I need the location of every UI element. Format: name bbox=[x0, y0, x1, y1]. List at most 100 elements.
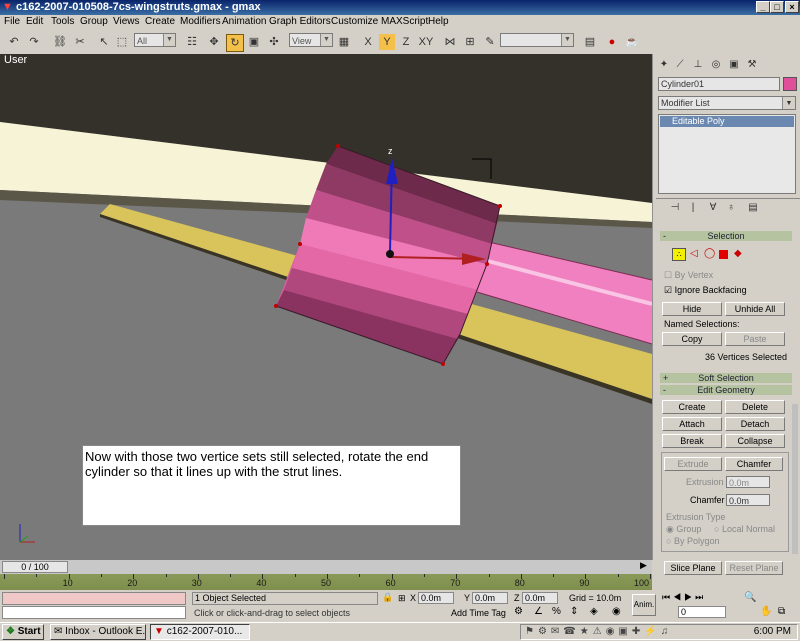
hide-button[interactable]: Hide bbox=[662, 302, 722, 316]
playback-controls-icon[interactable]: ⏮◀▶⏭ bbox=[662, 592, 706, 603]
spinner-snap-icon[interactable]: ⇕ bbox=[570, 606, 578, 617]
object-name-field[interactable]: Cylinder01 bbox=[658, 77, 780, 91]
menu-create[interactable]: Create bbox=[145, 16, 175, 27]
selection-rollout[interactable]: - Selection bbox=[660, 231, 792, 241]
viewport-label[interactable]: User bbox=[4, 54, 27, 66]
link-icon[interactable]: ⛓ bbox=[52, 34, 68, 50]
move-icon[interactable]: ✥ bbox=[206, 34, 222, 50]
slice-plane-button[interactable]: Slice Plane bbox=[664, 561, 722, 575]
task-gmax[interactable]: ▼ c162-2007-010... bbox=[150, 624, 250, 640]
hierarchy-tab-icon[interactable]: ⊥ bbox=[691, 58, 705, 72]
unlink-icon[interactable]: ✂ bbox=[72, 34, 88, 50]
maxscript-listener-white[interactable] bbox=[2, 606, 186, 619]
menu-tools[interactable]: Tools bbox=[51, 16, 74, 27]
time-slider[interactable]: 0 / 100 ▶ bbox=[0, 560, 652, 574]
menu-edit[interactable]: Edit bbox=[26, 16, 43, 27]
delete-button[interactable]: Delete bbox=[725, 400, 785, 414]
quick-render-icon[interactable]: ☕ bbox=[624, 34, 640, 50]
extrude-button[interactable]: Extrude bbox=[664, 457, 722, 471]
menu-help[interactable]: Help bbox=[428, 16, 449, 27]
chamfer-spinner[interactable]: 0.0m bbox=[726, 494, 770, 506]
scale-icon[interactable]: ▣ bbox=[246, 34, 262, 50]
undo-icon[interactable]: ↶ bbox=[6, 34, 22, 50]
menu-modifiers[interactable]: Modifiers bbox=[180, 16, 221, 27]
absolute-mode-icon[interactable]: ⊞ bbox=[398, 593, 406, 604]
maxscript-listener-pink[interactable] bbox=[2, 592, 186, 605]
by-polygon-radio[interactable]: ○ By Polygon bbox=[666, 536, 719, 546]
remove-modifier-icon[interactable]: ♁ bbox=[724, 201, 738, 215]
task-outlook[interactable]: ✉ Inbox - Outlook E... bbox=[50, 624, 146, 640]
time-next-icon[interactable]: ▶ bbox=[640, 560, 647, 571]
restrict-x-icon[interactable]: X bbox=[360, 34, 376, 50]
reference-coord-dropdown[interactable]: View ▼ bbox=[289, 33, 333, 47]
menu-maxscript[interactable]: MAXScript bbox=[381, 16, 428, 27]
pin-stack-icon[interactable]: ⊣ bbox=[668, 201, 682, 215]
attach-button[interactable]: Attach bbox=[662, 417, 722, 431]
material-editor-icon[interactable]: ▤ bbox=[582, 34, 598, 50]
extrusion-spinner[interactable]: 0.0m bbox=[726, 476, 770, 488]
pan-icon[interactable]: ✋ bbox=[760, 606, 772, 617]
reset-plane-button[interactable]: Reset Plane bbox=[725, 561, 783, 575]
restrict-z-icon[interactable]: Z bbox=[398, 34, 414, 50]
restrict-xy-icon[interactable]: XY bbox=[418, 34, 434, 50]
command-panel-scrollbar[interactable] bbox=[792, 404, 798, 554]
local-normal-radio[interactable]: ○ Local Normal bbox=[714, 524, 775, 534]
zoom-icon[interactable]: 🔍 bbox=[744, 592, 756, 603]
region-select-icon[interactable]: ⬚ bbox=[114, 34, 130, 50]
lock-icon[interactable]: 🔒 bbox=[382, 592, 393, 603]
current-frame-field[interactable]: 0 bbox=[678, 606, 726, 618]
menu-customize[interactable]: Customize bbox=[331, 16, 378, 27]
align-icon[interactable]: ⊞ bbox=[462, 34, 478, 50]
isolate-icon[interactable]: ◉ bbox=[612, 606, 621, 617]
maximize-button[interactable]: □ bbox=[770, 1, 784, 13]
paste-button[interactable]: Paste bbox=[725, 332, 785, 346]
motion-tab-icon[interactable]: ◎ bbox=[709, 58, 723, 72]
menu-animation[interactable]: Animation bbox=[222, 16, 266, 27]
named-selection-icon[interactable]: ✎ bbox=[482, 34, 498, 50]
modify-tab-icon[interactable]: ⟋ bbox=[673, 58, 687, 72]
pivot-icon[interactable]: ✣ bbox=[266, 34, 282, 50]
break-button[interactable]: Break bbox=[662, 434, 722, 448]
snap-icon[interactable]: ⚙ bbox=[514, 606, 523, 617]
chamfer-button[interactable]: Chamfer bbox=[725, 457, 783, 471]
maximize-viewport-icon[interactable]: ⧉ bbox=[778, 606, 785, 617]
create-button[interactable]: Create bbox=[662, 400, 722, 414]
make-unique-icon[interactable]: ∀ bbox=[706, 201, 720, 215]
border-level-icon[interactable]: ◯ bbox=[704, 248, 715, 259]
group-radio[interactable]: ◉ Group bbox=[666, 524, 701, 535]
menu-file[interactable]: File bbox=[4, 16, 20, 27]
percent-snap-icon[interactable]: % bbox=[552, 606, 561, 617]
z-coord-field[interactable]: 0.0m bbox=[522, 592, 558, 604]
copy-button[interactable]: Copy bbox=[662, 332, 722, 346]
add-time-tag[interactable]: Add Time Tag bbox=[451, 608, 506, 618]
edge-level-icon[interactable]: ◁ bbox=[690, 248, 698, 259]
select-arrow-icon[interactable]: ↖ bbox=[96, 34, 112, 50]
polygon-level-icon[interactable] bbox=[719, 250, 728, 259]
soft-selection-rollout[interactable]: + Soft Selection bbox=[660, 373, 792, 383]
modifier-list-dropdown[interactable]: Modifier List ▼ bbox=[658, 96, 796, 110]
redo-icon[interactable]: ↷ bbox=[26, 34, 42, 50]
degradation-icon[interactable]: ◈ bbox=[590, 606, 598, 617]
configure-sets-icon[interactable]: ▤ bbox=[746, 201, 760, 215]
menu-group[interactable]: Group bbox=[80, 16, 108, 27]
collapse-button[interactable]: Collapse bbox=[725, 434, 785, 448]
menu-views[interactable]: Views bbox=[113, 16, 140, 27]
detach-button[interactable]: Detach bbox=[725, 417, 785, 431]
tray-icons[interactable]: ⚑⚙✉☎★⚠◉▣✚⚡♫ bbox=[525, 626, 672, 637]
minimize-button[interactable]: _ bbox=[756, 1, 770, 13]
rotate-icon[interactable]: ↻ bbox=[226, 34, 244, 52]
y-coord-field[interactable]: 0.0m bbox=[472, 592, 508, 604]
anim-mode-button[interactable]: Anim. bbox=[632, 594, 656, 616]
utilities-tab-icon[interactable]: ⚒ bbox=[745, 58, 759, 72]
time-slider-thumb[interactable]: 0 / 100 bbox=[2, 561, 68, 573]
stack-item-editable-poly[interactable]: Editable Poly bbox=[660, 116, 794, 127]
selection-filter-dropdown[interactable]: All ▼ bbox=[134, 33, 176, 47]
by-vertex-checkbox[interactable]: ☐ By Vertex bbox=[664, 270, 713, 281]
viewport-user[interactable]: User z Now with those two vertice sets s… bbox=[0, 54, 652, 560]
vertex-level-icon[interactable]: ∴ bbox=[672, 248, 686, 261]
edit-geometry-rollout[interactable]: - Edit Geometry bbox=[660, 385, 792, 395]
menu-graph-editors[interactable]: Graph Editors bbox=[269, 16, 331, 27]
x-coord-field[interactable]: 0.0m bbox=[418, 592, 454, 604]
show-end-result-icon[interactable]: | bbox=[686, 201, 700, 215]
close-button[interactable]: × bbox=[785, 1, 799, 13]
